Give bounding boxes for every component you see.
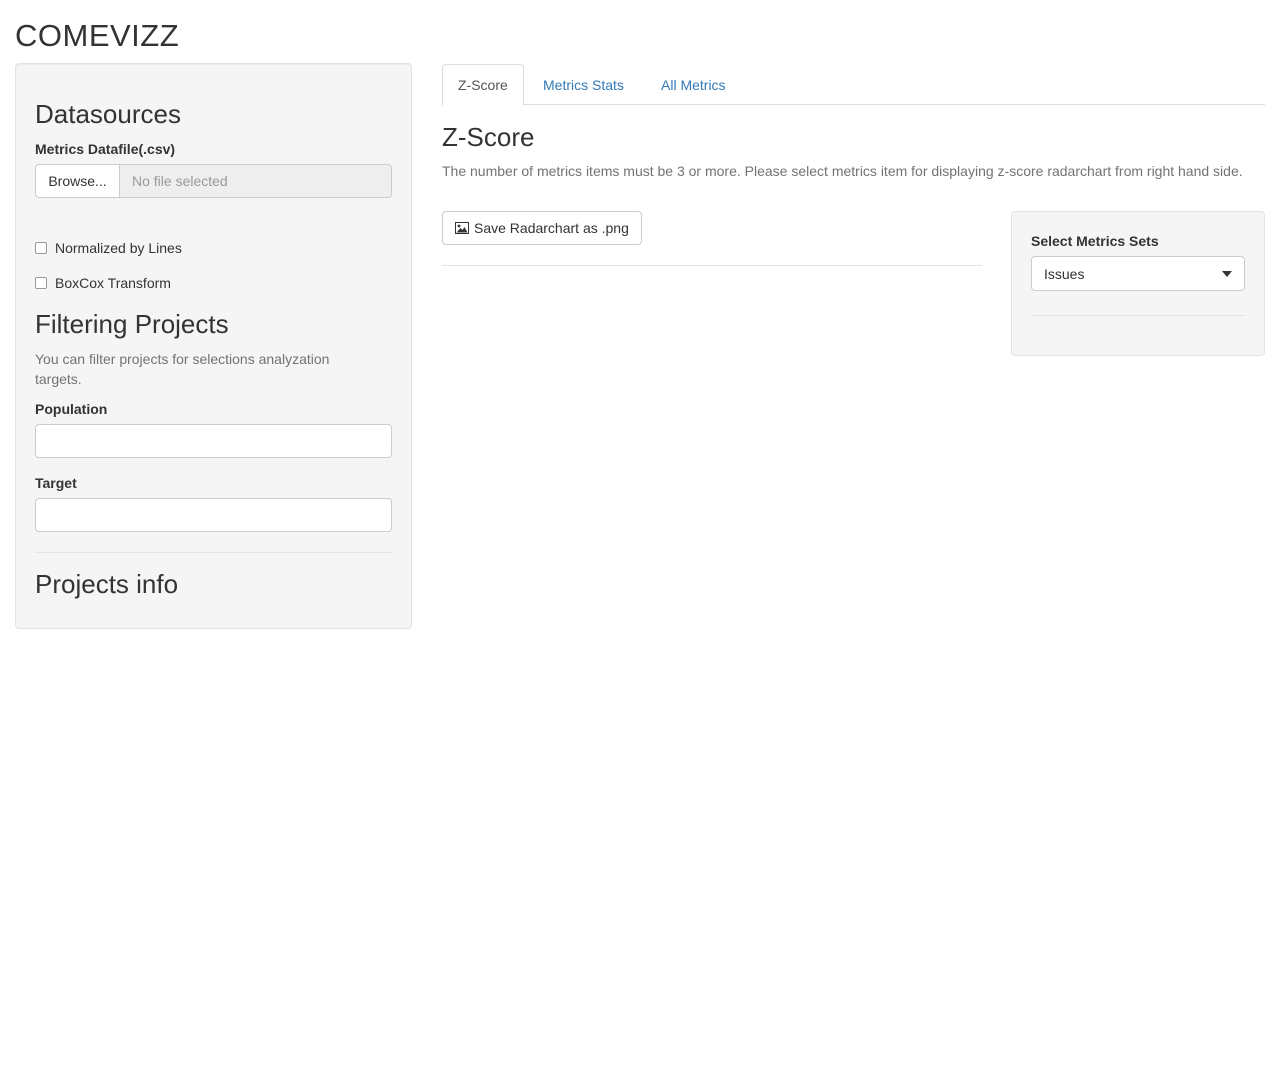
metrics-sets-panel: Select Metrics Sets Issues <box>1011 211 1265 356</box>
page-description: The number of metrics items must be 3 or… <box>442 163 1243 179</box>
filtering-help-text: You can filter projects for selections a… <box>35 351 330 387</box>
normalized-checkbox-row[interactable]: Normalized by Lines <box>35 240 182 256</box>
datasources-heading: Datasources <box>35 99 181 129</box>
tab-all-metrics[interactable]: All Metrics <box>646 64 741 105</box>
sidebar-divider <box>35 552 392 553</box>
metrics-sets-selected: Issues <box>1044 265 1085 282</box>
metrics-file-input: Browse... No file selected <box>35 164 392 198</box>
metrics-file-label: Metrics Datafile(.csv) <box>35 141 176 157</box>
boxcox-checkbox-row[interactable]: BoxCox Transform <box>35 275 171 291</box>
save-radarchart-label: Save Radarchart as .png <box>474 220 629 236</box>
target-label: Target <box>35 475 77 491</box>
metrics-sets-label: Select Metrics Sets <box>1031 233 1159 249</box>
population-label: Population <box>35 401 108 417</box>
projects-info-heading: Projects info <box>35 569 179 599</box>
normalized-checkbox[interactable] <box>35 242 47 254</box>
chart-divider <box>442 265 982 266</box>
filtering-heading: Filtering Projects <box>35 309 229 339</box>
boxcox-checkbox[interactable] <box>35 277 47 289</box>
browse-button[interactable]: Browse... <box>35 164 120 198</box>
file-name-display: No file selected <box>120 164 392 198</box>
boxcox-label: BoxCox Transform <box>55 275 171 291</box>
normalized-label: Normalized by Lines <box>55 240 182 256</box>
main-tabs: Z-Score Metrics Stats All Metrics <box>442 64 1265 106</box>
tab-metrics-stats[interactable]: Metrics Stats <box>528 64 639 105</box>
target-input[interactable] <box>35 498 392 532</box>
save-radarchart-button[interactable]: Save Radarchart as .png <box>442 211 642 245</box>
metrics-sets-select[interactable]: Issues <box>1031 256 1245 291</box>
chevron-down-icon <box>1222 270 1232 277</box>
metrics-panel-divider <box>1031 315 1245 316</box>
population-input[interactable] <box>35 424 392 458</box>
page-title: Z-Score <box>442 122 535 152</box>
sidebar-panel: Datasources Metrics Datafile(.csv) Brows… <box>15 63 412 629</box>
tab-z-score[interactable]: Z-Score <box>442 64 524 106</box>
picture-icon <box>455 222 469 234</box>
app-title: COMEVIZZ <box>15 18 180 53</box>
